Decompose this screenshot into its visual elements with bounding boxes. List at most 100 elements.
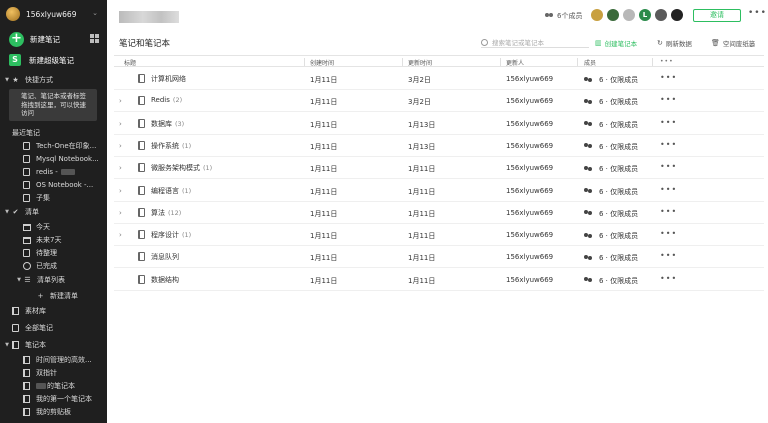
- notebook-title[interactable]: 计算机网络: [151, 74, 189, 84]
- notebook-title[interactable]: 微服务架构模式 (1): [151, 163, 212, 173]
- new-note-button[interactable]: + 新建笔记: [9, 31, 101, 47]
- chevron-right-icon[interactable]: ›: [119, 120, 122, 128]
- updated-date: 1月11日: [408, 187, 436, 196]
- avatar[interactable]: [623, 9, 635, 21]
- column-header-updated[interactable]: 更新时间: [408, 58, 432, 67]
- members-cell[interactable]: 6 · 仅限成员: [584, 164, 638, 174]
- chevron-right-icon[interactable]: ›: [119, 231, 122, 239]
- members-label: 6 · 仅限成员: [599, 187, 639, 196]
- notebook-title[interactable]: Redis (2): [151, 96, 182, 104]
- row-more-icon[interactable]: •••: [660, 162, 677, 171]
- triangle-down-icon: ▼: [5, 77, 9, 83]
- row-more-icon[interactable]: •••: [660, 140, 677, 149]
- chevron-right-icon[interactable]: ›: [119, 97, 122, 105]
- table-row[interactable]: › 编程语言 (1) 1月11日 1月11日 156xlyuw669 6 · 仅限成员 •••: [114, 180, 764, 202]
- row-more-icon[interactable]: •••: [660, 251, 677, 260]
- table-row[interactable]: › 算法 (12) 1月11日 1月11日 156xlyuw669 6 · 仅限成员 •••: [114, 202, 764, 224]
- updater-name: 156xlyuw669: [506, 141, 554, 150]
- recent-note-item[interactable]: Mysql Notebook...: [0, 153, 107, 165]
- notebook-item[interactable]: 我的第一个笔记本: [0, 393, 107, 405]
- members-cell[interactable]: 6 · 仅限成员: [584, 209, 638, 219]
- more-options-icon[interactable]: •••: [748, 8, 767, 18]
- members-cell[interactable]: 6 · 仅限成员: [584, 142, 638, 152]
- row-more-icon[interactable]: •••: [660, 229, 677, 238]
- sidebar-item-shortcuts[interactable]: ▼ ★ 快捷方式: [0, 74, 107, 86]
- checklist-item-today[interactable]: 今天: [0, 221, 107, 233]
- sidebar-item-materials[interactable]: 素材库: [0, 305, 107, 317]
- table-row[interactable]: 计算机网络 1月11日 3月2日 156xlyuw669 6 · 仅限成员 •••: [114, 68, 764, 90]
- checklist-item-next7days[interactable]: 未来7天: [0, 234, 107, 246]
- row-more-icon[interactable]: •••: [660, 118, 677, 127]
- template-grid-icon[interactable]: [90, 34, 99, 43]
- notebook-name: 数据库: [151, 119, 172, 128]
- space-trash-button[interactable]: 🗑 空间废纸篓: [711, 38, 755, 48]
- refresh-button[interactable]: ↻ 刷新数据: [657, 38, 692, 48]
- sidebar-item-checklist[interactable]: ▼ ✔ 清单: [0, 206, 107, 218]
- recent-note-item[interactable]: 子集: [0, 192, 107, 204]
- table-row[interactable]: › 操作系统 (1) 1月11日 1月13日 156xlyuw669 6 · 仅限成员 •••: [114, 135, 764, 157]
- invite-button[interactable]: 邀请: [693, 9, 741, 22]
- table-row[interactable]: › 数据库 (3) 1月11日 1月13日 156xlyuw669 6 · 仅限成员 •••: [114, 113, 764, 135]
- chevron-right-icon[interactable]: ›: [119, 142, 122, 150]
- notebook-item[interactable]: 我的剪贴板: [0, 406, 107, 418]
- members-label: 6 · 仅限成员: [599, 142, 639, 151]
- column-header-members[interactable]: 成员: [584, 58, 596, 67]
- notebook-item[interactable]: 的笔记本: [0, 380, 107, 392]
- members-cell[interactable]: 6 · 仅限成员: [584, 253, 638, 263]
- notebook-name: 编程语言: [151, 186, 179, 195]
- checklist-item-done[interactable]: 已完成: [0, 260, 107, 272]
- avatar[interactable]: [607, 9, 619, 21]
- sidebar-item-notebooks[interactable]: ▼ 笔记本: [0, 339, 107, 351]
- avatar[interactable]: [591, 9, 603, 21]
- sidebar-item-all-notes[interactable]: 全部笔记: [0, 322, 107, 334]
- notebook-icon: [23, 395, 30, 403]
- table-row[interactable]: › Redis (2) 1月11日 3月2日 156xlyuw669 6 · 仅限成员 •••: [114, 90, 764, 113]
- notebook-title[interactable]: 消息队列: [151, 252, 182, 262]
- row-more-icon[interactable]: •••: [660, 185, 677, 194]
- avatar[interactable]: [655, 9, 667, 21]
- members-cell[interactable]: 6 · 仅限成员: [584, 276, 638, 286]
- members-cell[interactable]: 6 · 仅限成员: [584, 187, 638, 197]
- notebook-title[interactable]: 操作系统 (1): [151, 141, 191, 151]
- chevron-right-icon[interactable]: ›: [119, 164, 122, 172]
- chevron-right-icon[interactable]: ›: [119, 187, 122, 195]
- chevron-right-icon[interactable]: ›: [119, 209, 122, 217]
- avatar[interactable]: L: [639, 9, 651, 21]
- search-placeholder: 搜索笔记或笔记本: [492, 39, 544, 47]
- create-notebook-button[interactable]: ▥ 创建笔记本: [595, 38, 637, 48]
- members-cell[interactable]: 6 · 仅限成员: [584, 97, 638, 107]
- table-row[interactable]: 数据结构 1月11日 1月11日 156xlyuw669 6 · 仅限成员 •••: [114, 269, 764, 291]
- notebook-title[interactable]: 编程语言 (1): [151, 186, 191, 196]
- recent-note-item[interactable]: Tech-One在印象...: [0, 140, 107, 152]
- column-header-title[interactable]: 标题: [124, 58, 136, 67]
- checklist-item-inbox[interactable]: 待整理: [0, 247, 107, 259]
- column-header-updater[interactable]: 更新人: [506, 58, 524, 67]
- notebook-title[interactable]: 数据结构: [151, 275, 182, 285]
- notebook-title[interactable]: 算法 (12): [151, 208, 181, 218]
- row-more-icon[interactable]: •••: [660, 207, 677, 216]
- recent-note-item[interactable]: redis -: [0, 166, 107, 178]
- avatar[interactable]: [671, 9, 683, 21]
- members-cell[interactable]: 6 · 仅限成员: [584, 120, 638, 130]
- members-button[interactable]: 6个成员: [545, 11, 582, 21]
- members-cell[interactable]: 6 · 仅限成员: [584, 75, 638, 85]
- notebook-title[interactable]: 数据库 (3): [151, 119, 184, 129]
- row-more-icon[interactable]: •••: [660, 73, 677, 82]
- members-cell[interactable]: 6 · 仅限成员: [584, 231, 638, 241]
- recent-note-item[interactable]: OS Notebook -...: [0, 179, 107, 191]
- notebook-item[interactable]: 双指针: [0, 367, 107, 379]
- notebook-item[interactable]: 时间管理的高效...: [0, 354, 107, 366]
- new-super-note-button[interactable]: S 新建超级笔记: [9, 53, 74, 67]
- table-row[interactable]: › 程序设计 (1) 1月11日 1月11日 156xlyuw669 6 · 仅限成员 •••: [114, 224, 764, 247]
- notebook-title[interactable]: 程序设计 (1): [151, 230, 191, 240]
- checklist-list-group[interactable]: ▼ ☰ 清单列表: [0, 274, 107, 286]
- search-input[interactable]: 搜索笔记或笔记本: [481, 37, 589, 48]
- new-checklist-button[interactable]: + 新建清单: [0, 290, 107, 302]
- table-row[interactable]: 消息队列 1月11日 1月11日 156xlyuw669 6 · 仅限成员 •••: [114, 246, 764, 269]
- more-icon[interactable]: •••: [660, 58, 674, 65]
- row-more-icon[interactable]: •••: [660, 274, 677, 283]
- column-header-created[interactable]: 创建时间: [310, 58, 334, 67]
- row-more-icon[interactable]: •••: [660, 95, 677, 104]
- account-menu[interactable]: 156xlyuw669 ⌄: [6, 6, 102, 22]
- table-row[interactable]: › 微服务架构模式 (1) 1月11日 1月11日 156xlyuw669 6 · 仅限成员…: [114, 157, 764, 180]
